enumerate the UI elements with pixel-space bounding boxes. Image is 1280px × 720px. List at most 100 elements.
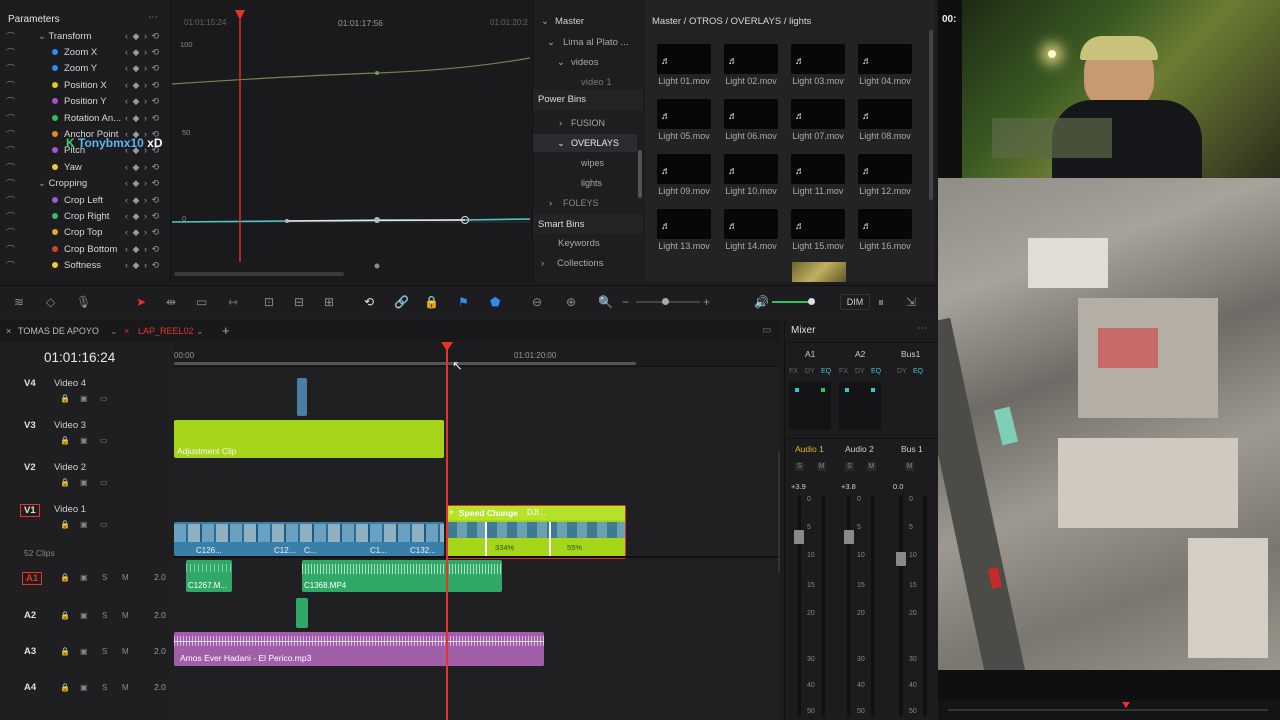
solo-button[interactable]: S [795, 462, 804, 471]
overwrite-icon[interactable]: ⊟ [294, 295, 304, 309]
timeline-vscroll[interactable] [778, 452, 780, 572]
lock-icon[interactable]: 🔒 [424, 295, 439, 309]
chevron-down-icon[interactable]: ⌄ [38, 31, 48, 42]
a1-clip[interactable]: C1267.M... [186, 560, 232, 592]
fader-track[interactable] [847, 496, 851, 716]
tab-tomas-de-apoyo[interactable]: TOMAS DE APOYO [18, 326, 99, 336]
clip-thumbnail[interactable]: ♬ [657, 154, 711, 184]
lock-icon[interactable]: 🔒 [60, 573, 70, 582]
chevron-right-icon[interactable]: › [559, 118, 562, 129]
mute-icon[interactable]: M [122, 683, 129, 692]
auto-select-icon[interactable]: ▣ [80, 683, 88, 692]
fader-track[interactable] [797, 496, 801, 716]
bin-folder[interactable]: video 1 [581, 77, 612, 88]
tab-close-icon[interactable]: × [6, 326, 11, 336]
lock-icon[interactable]: 🔒 [60, 394, 70, 403]
solo-icon[interactable]: S [102, 573, 107, 582]
layout-icon[interactable]: ≋ [14, 295, 24, 309]
smart-bin-keywords[interactable]: Keywords [558, 238, 600, 249]
pool-scrollbar[interactable] [929, 30, 933, 200]
bin-folder[interactable]: Lima al Plato ... [563, 37, 628, 48]
keyframe-controls[interactable]: ‹ ◆ › ⟲ [125, 96, 160, 107]
track-id[interactable]: A3 [24, 646, 36, 657]
auto-select-icon[interactable]: ▣ [80, 520, 88, 529]
track-name[interactable]: Video 1 [54, 504, 86, 515]
parameter-row[interactable]: ⌒ Position Y ‹ ◆ › ⟲ [0, 94, 168, 110]
pan-a2[interactable] [839, 382, 881, 430]
add-tab-icon[interactable]: + [222, 323, 230, 338]
reset-link-icon[interactable]: ⌒ [6, 46, 15, 59]
keyframe-controls[interactable]: ‹ ◆ › ⟲ [125, 113, 160, 124]
flag-icon[interactable]: ⚑ [458, 295, 469, 309]
keyframe-controls[interactable]: ‹ ◆ › ⟲ [125, 47, 160, 58]
lock-icon[interactable]: 🔒 [60, 436, 70, 445]
parameter-row[interactable]: ⌒ Crop Right ‹ ◆ › ⟲ [0, 208, 168, 224]
mute-button[interactable]: M [867, 462, 876, 471]
timeline-view-icon[interactable]: ▭ [762, 325, 771, 336]
insert-icon[interactable]: ⊡ [264, 295, 274, 309]
timeline-scroll[interactable] [174, 362, 636, 365]
reset-link-icon[interactable]: ⌒ [6, 177, 15, 190]
dim-button[interactable]: DIM [840, 294, 870, 310]
fader-a2[interactable] [844, 530, 854, 544]
bin-lights[interactable]: lights [581, 178, 602, 188]
reset-link-icon[interactable]: ⌒ [6, 243, 15, 256]
lock-icon[interactable]: 🔒 [60, 520, 70, 529]
pan-a1[interactable] [789, 382, 831, 430]
reset-link-icon[interactable]: ⌒ [6, 95, 15, 108]
mute-button[interactable]: M [905, 462, 914, 471]
playhead[interactable] [446, 342, 448, 720]
chevron-down-icon[interactable]: ⌄ [541, 16, 549, 27]
reset-link-icon[interactable]: ⌒ [6, 128, 15, 141]
parameter-row[interactable]: ⌒ Crop Top ‹ ◆ › ⟲ [0, 225, 168, 241]
chevron-down-icon[interactable]: ⌄ [557, 138, 565, 149]
clip-thumbnail[interactable]: ♬ [858, 209, 912, 239]
fader-track[interactable] [899, 496, 903, 716]
fx-button[interactable]: FX [839, 368, 848, 375]
clip-thumbnail[interactable] [792, 262, 846, 282]
keyframe-controls[interactable]: ‹ ◆ › ⟲ [125, 178, 160, 189]
reset-link-icon[interactable]: ⌒ [6, 30, 15, 43]
reset-link-icon[interactable]: ⌒ [6, 259, 15, 272]
speaker-icon[interactable]: 🔊 [754, 295, 769, 309]
link-icon[interactable]: 🔗 [394, 295, 409, 309]
chevron-down-icon[interactable]: ⌄ [196, 326, 204, 337]
clip-thumbnail[interactable]: ♬ [858, 99, 912, 129]
lock-icon[interactable]: 🔒 [60, 611, 70, 620]
chevron-down-icon[interactable]: ⌄ [547, 37, 555, 48]
pointer-icon[interactable]: ➤ [136, 295, 146, 309]
speed-bar[interactable] [447, 540, 625, 556]
parameter-row[interactable]: ⌒ Crop Bottom ‹ ◆ › ⟲ [0, 241, 168, 257]
track-id[interactable]: V2 [24, 462, 36, 473]
mute-button[interactable]: M [817, 462, 826, 471]
speed-point[interactable] [485, 522, 487, 556]
lock-icon[interactable]: 🔒 [60, 683, 70, 692]
clip-thumbnail[interactable]: ♬ [858, 154, 912, 184]
marker-icon[interactable]: ⬟ [490, 295, 500, 309]
fader-bus1[interactable] [896, 552, 906, 566]
solo-icon[interactable]: S [102, 647, 107, 656]
reset-link-icon[interactable]: ⌒ [6, 112, 15, 125]
bins-scrollbar[interactable] [638, 150, 642, 198]
curve-editor[interactable]: 01:01:15:24 01:01:17:56 01:01:20:2 100 5… [172, 0, 530, 282]
chevron-right-icon[interactable]: › [541, 258, 544, 269]
blade-icon[interactable]: ⇿ [228, 295, 238, 309]
parameter-row[interactable]: ⌒ Yaw ‹ ◆ › ⟲ [0, 159, 168, 175]
mic-icon[interactable]: 🎙 [76, 295, 91, 309]
parameter-row[interactable]: ⌒ Crop Left ‹ ◆ › ⟲ [0, 192, 168, 208]
reset-link-icon[interactable]: ⌒ [6, 161, 15, 174]
dynamic-trim-icon[interactable]: ▭ [196, 295, 207, 309]
track-id[interactable]: V1 [20, 504, 40, 517]
bin-foleys[interactable]: FOLEYS [563, 198, 599, 208]
tab-close-icon[interactable]: × [124, 326, 129, 336]
timeline-ruler[interactable]: 00:00 01:01:20:00 [174, 342, 780, 367]
monitor-icon[interactable]: ▭ [100, 436, 108, 445]
track-id[interactable]: A1 [22, 572, 43, 585]
curve-graph[interactable] [172, 0, 530, 282]
v4-clip[interactable] [297, 378, 307, 416]
playhead-marker[interactable] [1122, 702, 1130, 708]
clip-thumbnail[interactable]: ♬ [724, 99, 778, 129]
reset-link-icon[interactable]: ⌒ [6, 62, 15, 75]
zoom-custom-icon[interactable]: 🔍 [598, 295, 613, 309]
keyframe-controls[interactable]: ‹ ◆ › ⟲ [125, 244, 160, 255]
